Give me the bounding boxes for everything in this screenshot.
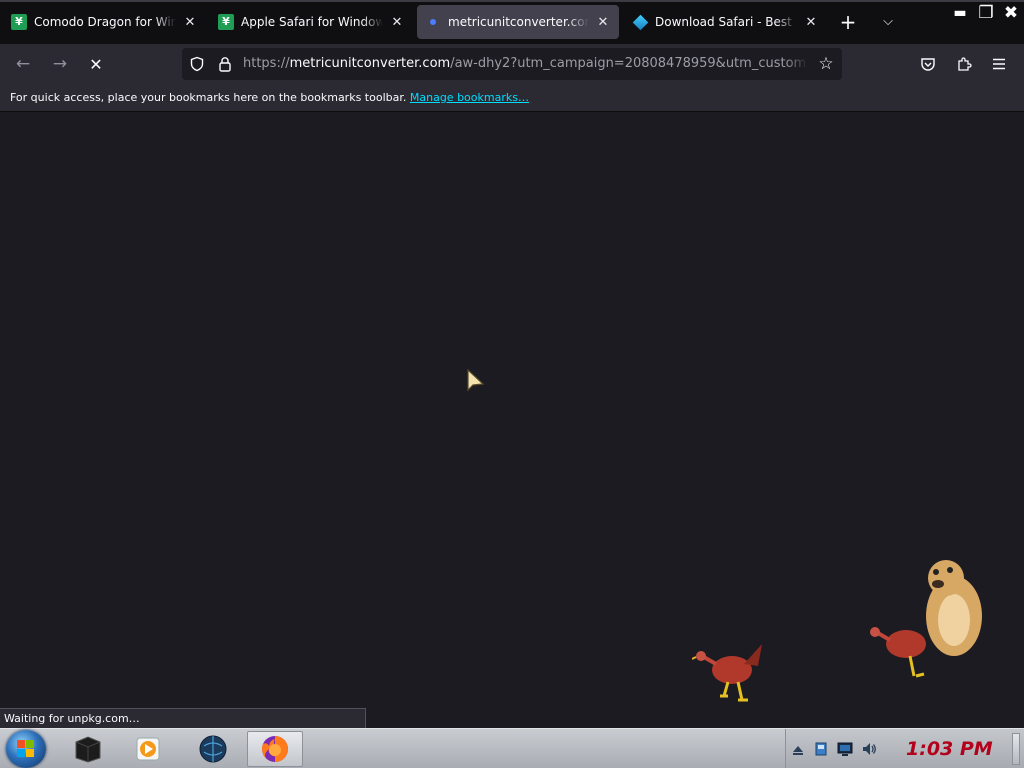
tab-comodo-dragon[interactable]: ¥ Comodo Dragon for Windows ✕: [3, 5, 206, 39]
list-all-tabs-button[interactable]: ⌵: [876, 10, 900, 34]
lock-icon[interactable]: [216, 55, 234, 73]
manage-bookmarks-link[interactable]: Manage bookmarks…: [410, 91, 529, 104]
tab-metricunitconverter[interactable]: metricunitconverter.com/aw-dhy2 ✕: [417, 5, 619, 39]
media-box-icon[interactable]: [60, 731, 116, 767]
navigation-toolbar: ← → ✕ https://metricunitconverter.com/aw…: [0, 44, 1024, 84]
close-tab-icon[interactable]: ✕: [182, 15, 198, 30]
usb-device-icon[interactable]: [813, 741, 829, 757]
url-host: metricunitconverter.com: [289, 56, 451, 71]
green-download-icon: ¥: [11, 14, 27, 30]
tab-title: Comodo Dragon for Windows: [34, 15, 176, 29]
restore-window-button[interactable]: ❐: [975, 3, 997, 23]
minimize-window-button[interactable]: ▬: [950, 3, 970, 23]
new-tab-button[interactable]: +: [836, 10, 860, 34]
close-tab-icon[interactable]: ✕: [595, 15, 611, 30]
close-window-button[interactable]: ✖: [1000, 3, 1022, 23]
screen: ¥ Comodo Dragon for Windows ✕ ¥ Apple Sa…: [0, 0, 1024, 768]
tab-title: metricunitconverter.com/aw-dhy2: [448, 15, 589, 29]
show-desktop-button[interactable]: [1012, 733, 1020, 765]
bookmarks-hint-text: For quick access, place your bookmarks h…: [10, 91, 407, 104]
firefox-icon[interactable]: [247, 731, 303, 767]
globe-browser-icon[interactable]: [185, 731, 241, 767]
tab-download-safari[interactable]: Download Safari - Best Software ✕: [624, 5, 827, 39]
close-tab-icon[interactable]: ✕: [389, 15, 405, 30]
url-bar[interactable]: https://metricunitconverter.com/aw-dhy2?…: [182, 48, 842, 80]
tab-strip: ¥ Comodo Dragon for Windows ✕ ¥ Apple Sa…: [0, 0, 1024, 44]
forward-button[interactable]: →: [48, 52, 72, 76]
volume-speaker-icon[interactable]: [861, 741, 877, 757]
media-player-icon[interactable]: [120, 731, 176, 767]
close-tab-icon[interactable]: ✕: [803, 15, 819, 30]
mouse-cursor-icon: [467, 368, 485, 392]
url-path: /aw-dhy2?utm_campaign=20808478959&utm_cu…: [450, 56, 808, 71]
bookmark-star-icon[interactable]: ☆: [816, 54, 836, 74]
status-text: Waiting for unpkg.com…: [4, 712, 140, 725]
taskbar-clock[interactable]: 1:03 PM: [906, 738, 993, 760]
green-download-icon: ¥: [218, 14, 234, 30]
stop-loading-button[interactable]: ✕: [84, 52, 108, 76]
tracking-protection-shield-icon[interactable]: [188, 55, 206, 73]
loading-dot-icon: [425, 14, 441, 30]
turkey-pet-icon: [692, 644, 762, 702]
hamburger-menu-icon[interactable]: [990, 55, 1008, 73]
taskbar: 1:03 PM: [0, 728, 1024, 768]
bookmarks-hint: For quick access, place your bookmarks h…: [10, 91, 529, 104]
pocket-icon[interactable]: [919, 55, 937, 73]
extensions-puzzle-icon[interactable]: [955, 55, 973, 73]
safari-diamond-icon: [632, 14, 648, 30]
network-monitor-icon[interactable]: [837, 741, 853, 757]
bookmarks-toolbar: For quick access, place your bookmarks h…: [0, 84, 1024, 112]
url-text[interactable]: https://metricunitconverter.com/aw-dhy2?…: [243, 56, 808, 74]
back-button[interactable]: ←: [11, 52, 35, 76]
tab-apple-safari[interactable]: ¥ Apple Safari for Windows - Download ✕: [210, 5, 413, 39]
tab-title: Apple Safari for Windows - Download: [241, 15, 383, 29]
tab-title: Download Safari - Best Software: [655, 15, 797, 29]
hamster-pet-icon: [870, 560, 982, 678]
start-orb-button[interactable]: [6, 730, 46, 768]
show-hidden-icons-icon[interactable]: [790, 741, 806, 757]
url-scheme: https://: [243, 56, 290, 71]
status-panel: Waiting for unpkg.com…: [0, 708, 366, 728]
